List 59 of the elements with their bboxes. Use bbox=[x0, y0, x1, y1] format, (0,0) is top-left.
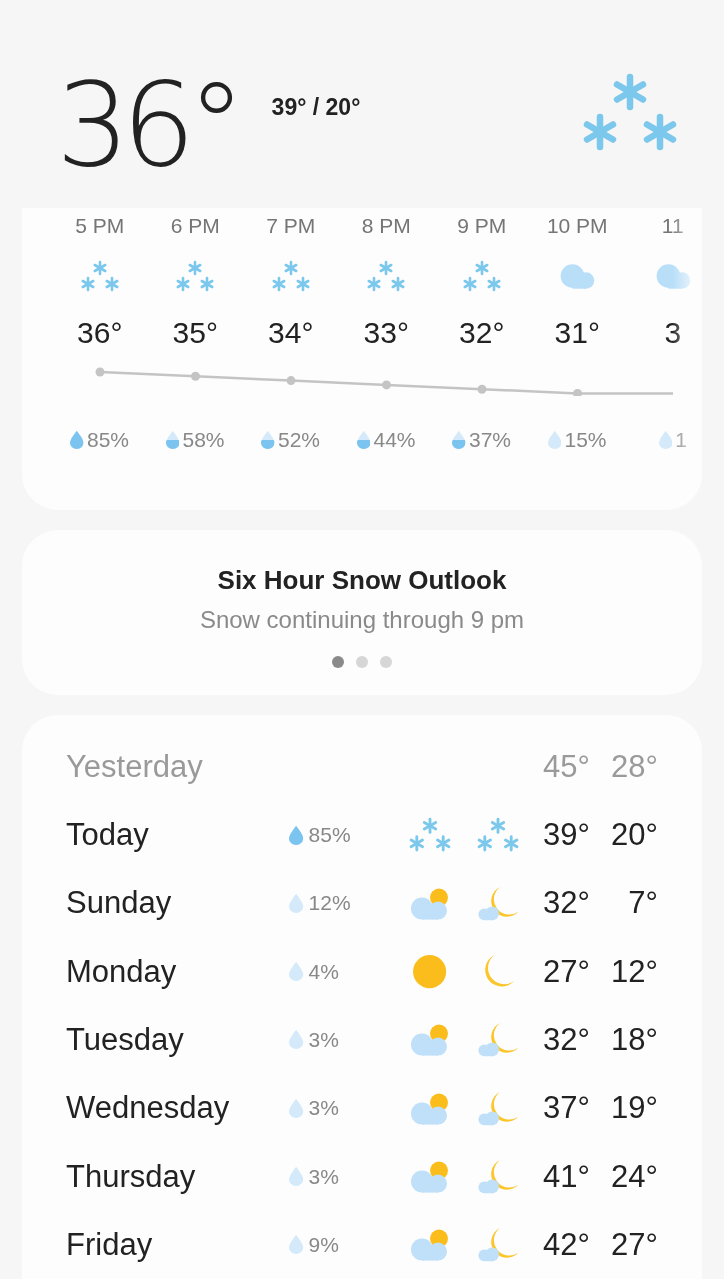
precipitation-chance: 4% bbox=[308, 959, 339, 984]
high-temperature: 32° bbox=[542, 885, 590, 922]
low-temperature: 12° bbox=[610, 953, 658, 990]
day-label: Sunday bbox=[66, 885, 173, 922]
precipitation-chance: 44% bbox=[373, 428, 416, 453]
low-temperature: 28° bbox=[610, 748, 658, 785]
precipitation-chance: 9% bbox=[308, 1232, 339, 1257]
hour-temperature: 3 bbox=[664, 316, 682, 351]
precipitation-chance: 85% bbox=[87, 428, 129, 453]
high-temperature: 45° bbox=[542, 748, 590, 785]
current-temperature: 36° bbox=[56, 56, 238, 192]
day-label: Wednesday bbox=[66, 1090, 231, 1127]
day-label: Monday bbox=[66, 953, 178, 990]
hour-temperature: 36° bbox=[77, 316, 123, 351]
day-label: Today bbox=[66, 817, 150, 854]
hour-temperature: 32° bbox=[459, 316, 505, 351]
precipitation-chance: 58% bbox=[182, 428, 225, 453]
precipitation-chance: 1 bbox=[675, 428, 687, 453]
precipitation-chance: 3% bbox=[308, 1027, 339, 1052]
hour-label: 5 PM bbox=[75, 214, 125, 239]
low-temperature: 19° bbox=[610, 1090, 658, 1127]
low-temperature: 27° bbox=[610, 1226, 658, 1263]
precipitation-chance: 3% bbox=[308, 1164, 339, 1189]
high-temperature: 42° bbox=[542, 1226, 590, 1263]
hour-temperature: 31° bbox=[554, 316, 600, 351]
outlook-subtitle: Snow continuing through 9 pm bbox=[199, 605, 525, 634]
hour-temperature: 33° bbox=[363, 316, 409, 351]
hour-label: 7 PM bbox=[266, 214, 316, 239]
hour-temperature: 35° bbox=[172, 316, 218, 351]
precipitation-chance: 15% bbox=[564, 428, 607, 453]
low-temperature: 18° bbox=[610, 1021, 658, 1058]
high-temperature: 41° bbox=[542, 1158, 590, 1195]
low-temperature: 24° bbox=[610, 1158, 658, 1195]
day-label: Tuesday bbox=[66, 1021, 185, 1058]
high-temperature: 32° bbox=[542, 1021, 590, 1058]
day-label: Yesterday bbox=[66, 748, 204, 785]
high-temperature: 39° bbox=[542, 817, 590, 854]
day-label: Friday bbox=[66, 1226, 154, 1263]
high-temperature: 27° bbox=[542, 953, 590, 990]
hour-label: 8 PM bbox=[361, 214, 411, 239]
precipitation-chance: 85% bbox=[308, 823, 351, 848]
high-low-temperature: 39° / 20° bbox=[271, 93, 362, 121]
page-indicator-dot[interactable] bbox=[380, 655, 392, 668]
high-temperature: 37° bbox=[542, 1090, 590, 1127]
hour-temperature: 34° bbox=[268, 316, 314, 351]
day-label: Thursday bbox=[66, 1158, 197, 1195]
hour-label: 9 PM bbox=[457, 214, 507, 239]
precipitation-chance: 12% bbox=[308, 891, 351, 916]
hour-label: 11 bbox=[661, 214, 684, 239]
hour-label: 6 PM bbox=[170, 214, 220, 239]
low-temperature: 20° bbox=[610, 817, 658, 854]
page-indicator-dot[interactable] bbox=[356, 655, 368, 668]
precipitation-chance: 3% bbox=[308, 1096, 339, 1121]
precipitation-chance: 37% bbox=[469, 428, 511, 453]
low-temperature: 7° bbox=[627, 885, 658, 922]
hour-label: 10 PM bbox=[546, 214, 608, 239]
precipitation-chance: 52% bbox=[278, 428, 320, 453]
page-indicator-dot[interactable] bbox=[332, 655, 344, 668]
outlook-title: Six Hour Snow Outlook bbox=[217, 564, 507, 596]
